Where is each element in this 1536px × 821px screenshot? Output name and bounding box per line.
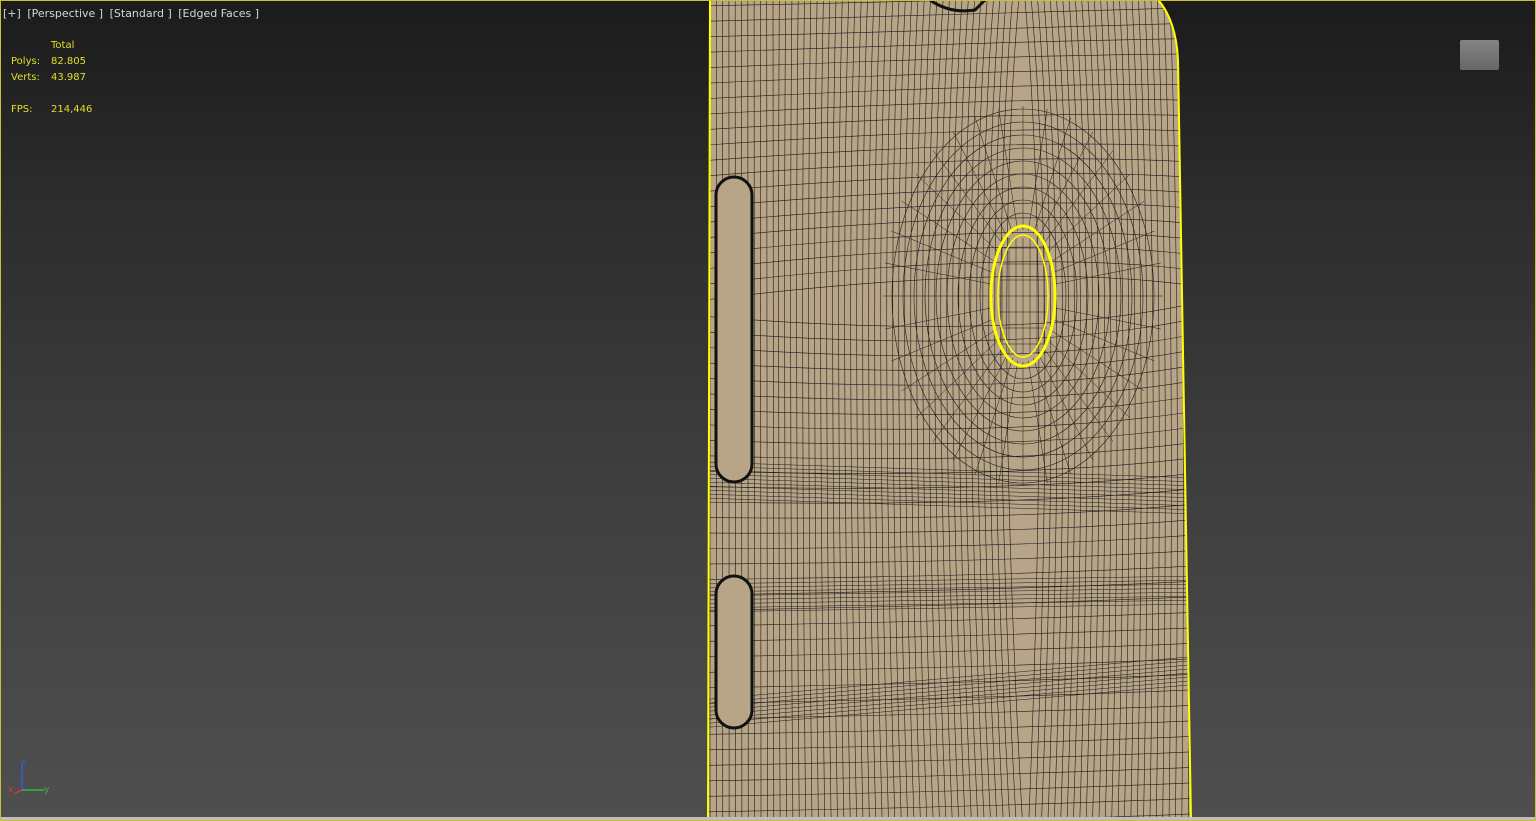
phone-model-mesh[interactable]: [0, 0, 1536, 821]
polys-label: Polys:: [11, 56, 41, 67]
axis-x-label: x: [8, 785, 14, 795]
wire-edge: [1195, 0, 1202, 821]
verts-label: Verts:: [11, 72, 40, 83]
viewport-display-menu-edged-faces[interactable]: [Edged Faces ]: [178, 7, 259, 20]
viewcube-icon[interactable]: [1460, 40, 1499, 70]
viewport-statistics: Total Polys: 82.805 Verts: 43.987 FPS: 214,…: [11, 38, 92, 118]
side-button-upper[interactable]: [714, 175, 754, 484]
axis-z-label: z: [21, 758, 26, 768]
axis-y-label: y: [44, 785, 50, 795]
viewport-label-menu[interactable]: [+] [Perspective ] [Standard ] [Edged Fa…: [3, 7, 262, 20]
viewport-pov-menu[interactable]: [Perspective ]: [27, 7, 103, 20]
viewport-plus-menu[interactable]: [+]: [3, 7, 21, 20]
viewport-bottom-strip: [0, 817, 1536, 821]
axis-tripod-icon: z x y: [8, 758, 50, 795]
viewport-shading-menu-standard[interactable]: [Standard ]: [110, 7, 172, 20]
fps-value: 214,446: [51, 104, 93, 115]
perspective-viewport[interactable]: [+] [Perspective ] [Standard ] [Edged Fa…: [0, 0, 1536, 821]
verts-value: 43.987: [51, 72, 86, 83]
fps-label: FPS:: [11, 104, 33, 115]
stats-header: Total: [51, 40, 75, 51]
polys-value: 82.805: [51, 56, 86, 67]
side-button-lower[interactable]: [714, 574, 754, 730]
